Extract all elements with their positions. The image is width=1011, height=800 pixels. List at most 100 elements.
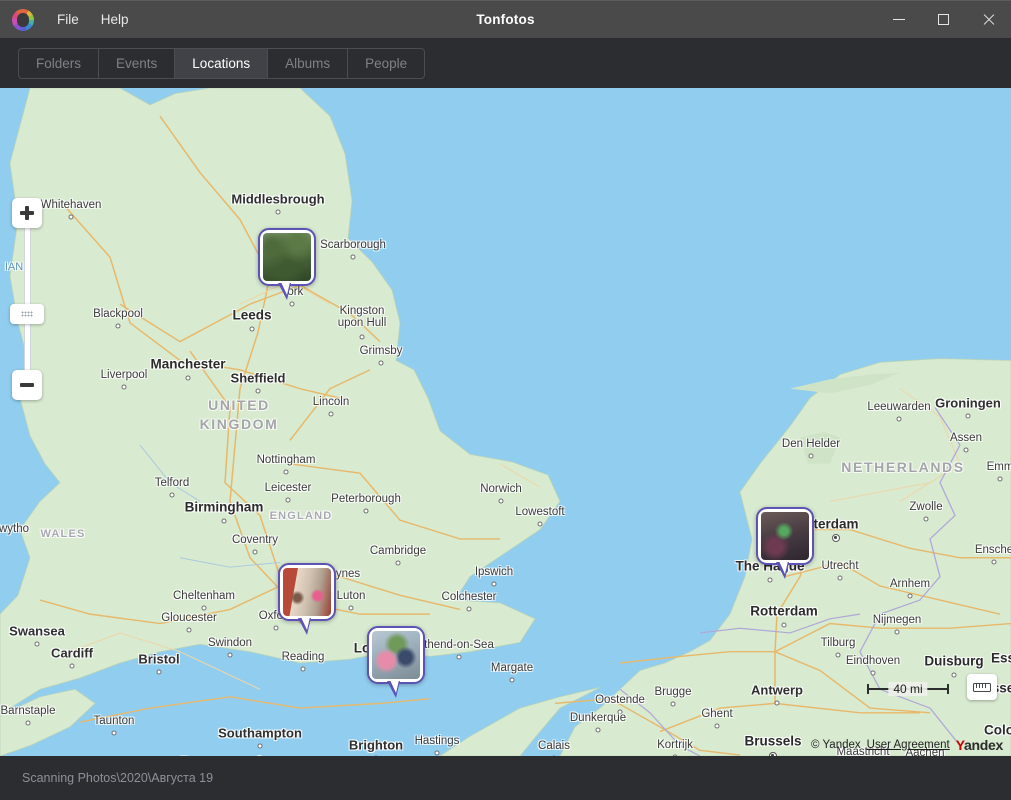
map-city-dot (498, 498, 504, 504)
tab-albums[interactable]: Albums (268, 48, 349, 78)
marker-pointer-tail (776, 561, 789, 579)
map-city-dot (378, 360, 384, 366)
tab-folders[interactable]: Folders (19, 48, 100, 78)
map-city-dot (672, 754, 678, 756)
zoom-slider-handle[interactable] (10, 304, 44, 324)
map-city-dot (923, 516, 929, 522)
map-city-dot (837, 575, 843, 581)
map-view[interactable]: .l { fill:#d8ead0; stroke:#bcd4b4; strok… (0, 88, 1011, 756)
map-city-dot (273, 625, 279, 631)
map-city-dot (617, 709, 623, 715)
tab-events[interactable]: Events (99, 48, 176, 78)
map-city-dot (373, 755, 379, 756)
photo-marker-frame (258, 228, 316, 286)
map-city-dot (774, 700, 780, 706)
grip-dots-icon (21, 311, 33, 317)
scale-bar-line: 40 mi (867, 682, 949, 696)
map-city-dot (348, 605, 354, 611)
map-city-dot (328, 411, 334, 417)
map-city-dot (781, 622, 787, 628)
map-city-dot (767, 577, 773, 583)
map-city-dot (69, 663, 75, 669)
tonfotos-ring-logo-icon (12, 8, 34, 31)
title-bar: File Help Tonfotos (0, 0, 1011, 38)
minimize-button[interactable] (876, 1, 921, 38)
yandex-logo[interactable]: Yandex (955, 737, 1004, 753)
map-city-dot (68, 214, 74, 220)
map-city-dot (255, 388, 261, 394)
map-city-dot (395, 560, 401, 566)
map-city-dot (185, 375, 191, 381)
map-city-dot (34, 641, 40, 647)
marker-pointer-tail (278, 282, 291, 300)
photo-thumbnail (263, 233, 311, 281)
map-city-dot (283, 469, 289, 475)
map-landmasses: .l { fill:#d8ead0; stroke:#bcd4b4; strok… (0, 88, 1011, 756)
map-city-dot (951, 672, 957, 678)
menu-help[interactable]: Help (92, 7, 138, 32)
map-scale-bar: 40 mi (867, 682, 949, 696)
map-capital-dot (832, 534, 840, 542)
photo-thumbnail (372, 631, 420, 679)
map-attribution: © Yandex User Agreement Yandex (811, 737, 1003, 753)
map-city-dot (289, 301, 295, 307)
map-city-dot (169, 492, 175, 498)
window-controls (876, 1, 1011, 38)
map-city-dot (965, 413, 971, 419)
map-city-dot (714, 723, 720, 729)
menu-bar: File Help (48, 7, 138, 32)
menu-file[interactable]: File (48, 7, 88, 32)
tonfotos-window: File Help Tonfotos Folders Events Locati… (0, 0, 1011, 800)
map-city-dot (350, 254, 356, 260)
map-city-dot (115, 323, 121, 329)
map-city-dot (963, 447, 969, 453)
yandex-logo-y: Y (955, 737, 965, 753)
photo-marker-york[interactable] (258, 228, 316, 300)
close-icon (982, 13, 995, 26)
zoom-out-button[interactable] (12, 370, 42, 400)
tab-group: Folders Events Locations Albums People (18, 47, 426, 79)
map-city-dot (111, 730, 117, 736)
map-city-dot (186, 627, 192, 633)
photo-marker-oxford[interactable] (278, 563, 336, 635)
map-canvas[interactable]: .l { fill:#d8ead0; stroke:#bcd4b4; strok… (0, 88, 1011, 756)
map-city-dot (221, 518, 227, 524)
map-city-dot (121, 384, 127, 390)
map-city-dot (997, 476, 1003, 482)
map-city-dot (894, 629, 900, 635)
map-city-dot (285, 497, 291, 503)
minimize-icon (892, 19, 905, 20)
ruler-icon (973, 682, 991, 692)
photo-marker-frame (367, 626, 425, 684)
map-zoom-control[interactable] (10, 198, 44, 400)
zoom-slider-track[interactable] (23, 214, 31, 390)
map-city-dot (156, 669, 162, 675)
map-city-dot (25, 720, 31, 726)
tab-bar: Folders Events Locations Albums People (0, 38, 1011, 88)
status-bar: Scanning Photos\2020\Августа 19 (0, 756, 1011, 800)
user-agreement-link[interactable]: User Agreement (867, 739, 950, 751)
photo-thumbnail (283, 568, 331, 616)
zoom-in-button[interactable] (12, 198, 42, 228)
close-button[interactable] (966, 1, 1011, 38)
map-city-dot (252, 549, 258, 555)
measure-distance-button[interactable] (967, 674, 997, 700)
maximize-button[interactable] (921, 1, 966, 38)
yandex-logo-rest: andex (964, 737, 1003, 753)
tab-people[interactable]: People (348, 49, 424, 78)
map-city-dot (537, 521, 543, 527)
map-city-dot (249, 326, 255, 332)
map-city-dot (835, 652, 841, 658)
map-city-dot (551, 755, 557, 756)
photo-marker-frame (278, 563, 336, 621)
marker-pointer-tail (387, 680, 400, 698)
scale-bar-label: 40 mi (888, 682, 928, 696)
photo-marker-the-hague[interactable] (756, 507, 814, 579)
map-capital-dot (769, 752, 777, 756)
maximize-icon (938, 14, 949, 25)
map-city-dot (300, 666, 306, 672)
map-city-dot (808, 453, 814, 459)
photo-marker-london[interactable] (367, 626, 425, 698)
map-city-dot (434, 750, 440, 756)
tab-locations[interactable]: Locations (175, 48, 269, 78)
